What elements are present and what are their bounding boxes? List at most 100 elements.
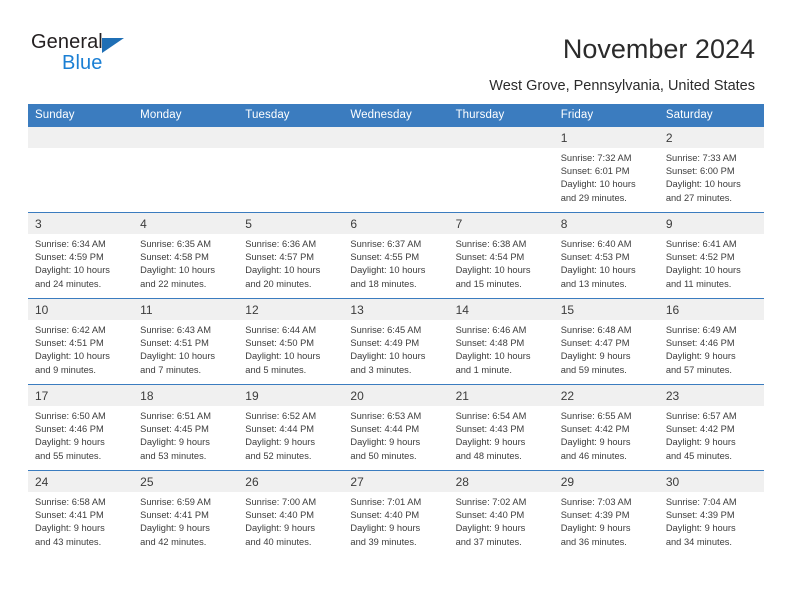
calendar-day-cell[interactable]: 25 Sunrise: 6:59 AM Sunset: 4:41 PM Dayligh…: [133, 470, 239, 556]
sunrise-time: Sunrise: 6:58 AM: [35, 497, 106, 507]
sunrise-time: Sunrise: 7:01 AM: [350, 497, 422, 507]
brand-name-blue: Blue: [62, 52, 103, 74]
calendar-day-cell[interactable]: 23 Sunrise: 6:57 AM Sunset: 4:42 PM Dayligh…: [658, 384, 764, 471]
brand-name-general: General: [31, 31, 103, 53]
calendar-day-cell[interactable]: 24 Sunrise: 6:58 AM Sunset: 4:41 PM Dayligh…: [28, 470, 134, 556]
calendar-day-cell[interactable]: 18 Sunrise: 6:51 AM Sunset: 4:45 PM Dayligh…: [133, 384, 239, 471]
daylight-duration-line1: Daylight: 10 hours: [560, 265, 636, 276]
calendar-day-cell[interactable]: 14 Sunrise: 6:46 AM Sunset: 4:48 PM Dayligh…: [448, 298, 554, 385]
calendar-day-cell[interactable]: 3 Sunrise: 6:34 AM Sunset: 4:59 PM Daylight…: [28, 212, 134, 299]
day-sun-info: Sunrise: 6:52 AM Sunset: 4:44 PM Daylight:…: [238, 406, 343, 463]
sunset-time: Sunset: 4:43 PM: [455, 424, 525, 435]
calendar-day-cell-empty: [448, 126, 554, 213]
sunrise-time: Sunrise: 6:55 AM: [560, 411, 632, 421]
day-sun-info: Sunrise: 7:02 AM Sunset: 4:40 PM Daylight:…: [449, 492, 554, 549]
daylight-duration-line1: Daylight: 10 hours: [455, 265, 531, 276]
calendar-day-cell[interactable]: 21 Sunrise: 6:54 AM Sunset: 4:43 PM Dayligh…: [448, 384, 554, 471]
daylight-duration-line2: and 40 minutes.: [245, 536, 312, 547]
calendar-day-cell[interactable]: 16 Sunrise: 6:49 AM Sunset: 4:46 PM Dayligh…: [658, 298, 764, 385]
daylight-duration-line2: and 29 minutes.: [560, 192, 627, 203]
sunset-time: Sunset: 4:41 PM: [35, 510, 104, 521]
sunset-time: Sunset: 4:44 PM: [350, 424, 420, 435]
weekday-header-monday: Monday: [133, 104, 239, 127]
daylight-duration-line1: Daylight: 9 hours: [455, 523, 526, 534]
daylight-duration-line2: and 18 minutes.: [350, 278, 417, 289]
brand-logo[interactable]: General Blue: [31, 32, 221, 80]
calendar-day-cell[interactable]: 17 Sunrise: 6:50 AM Sunset: 4:46 PM Dayligh…: [28, 384, 134, 471]
page-title: November 2024: [562, 34, 755, 64]
page-location: West Grove, Pennsylvania, United States: [489, 78, 755, 94]
calendar-day-cell[interactable]: 30 Sunrise: 7:04 AM Sunset: 4:39 PM Dayligh…: [658, 470, 764, 556]
calendar-day-cell[interactable]: 15 Sunrise: 6:48 AM Sunset: 4:47 PM Dayligh…: [553, 298, 659, 385]
calendar-day-cell[interactable]: 19 Sunrise: 6:52 AM Sunset: 4:44 PM Dayligh…: [238, 384, 344, 471]
sunset-time: Sunset: 4:52 PM: [665, 252, 735, 263]
day-sun-info: Sunrise: 6:43 AM Sunset: 4:51 PM Daylight:…: [133, 320, 238, 377]
calendar-day-cell[interactable]: 9 Sunrise: 6:41 AM Sunset: 4:52 PM Daylight…: [658, 212, 764, 299]
calendar-day-cell[interactable]: 13 Sunrise: 6:45 AM Sunset: 4:49 PM Dayligh…: [343, 298, 449, 385]
sunrise-time: Sunrise: 6:38 AM: [455, 239, 527, 249]
sunset-time: Sunset: 4:39 PM: [560, 510, 630, 521]
day-sun-info: Sunrise: 6:58 AM Sunset: 4:41 PM Daylight:…: [28, 492, 133, 549]
daylight-duration-line2: and 37 minutes.: [455, 536, 522, 547]
calendar-day-cell[interactable]: 6 Sunrise: 6:37 AM Sunset: 4:55 PM Daylight…: [343, 212, 449, 299]
day-sun-info: Sunrise: 6:35 AM Sunset: 4:58 PM Daylight:…: [133, 234, 238, 291]
sunrise-time: Sunrise: 6:40 AM: [560, 239, 632, 249]
day-number: [448, 127, 554, 148]
day-number: 8: [553, 213, 659, 234]
sunset-time: Sunset: 4:58 PM: [140, 252, 209, 263]
day-number: 7: [448, 213, 554, 234]
sunrise-time: Sunrise: 6:42 AM: [35, 325, 106, 335]
calendar-day-cell[interactable]: 4 Sunrise: 6:35 AM Sunset: 4:58 PM Daylight…: [133, 212, 239, 299]
calendar-header-row: Sunday Monday Tuesday Wednesday Thursday Frid…: [28, 104, 764, 127]
daylight-duration-line1: Daylight: 9 hours: [560, 437, 631, 448]
day-number: [238, 127, 344, 148]
daylight-duration-line1: Daylight: 10 hours: [455, 351, 531, 362]
sunrise-time: Sunrise: 6:53 AM: [350, 411, 422, 421]
calendar-day-cell[interactable]: 1 Sunrise: 7:32 AM Sunset: 6:01 PM Daylight…: [553, 126, 659, 213]
calendar-day-cell[interactable]: 10 Sunrise: 6:42 AM Sunset: 4:51 PM Dayligh…: [28, 298, 134, 385]
calendar-day-cell[interactable]: 27 Sunrise: 7:01 AM Sunset: 4:40 PM Dayligh…: [343, 470, 449, 556]
calendar-day-cell[interactable]: 20 Sunrise: 6:53 AM Sunset: 4:44 PM Dayligh…: [343, 384, 449, 471]
sunrise-time: Sunrise: 6:35 AM: [140, 239, 211, 249]
calendar-day-cell[interactable]: 28 Sunrise: 7:02 AM Sunset: 4:40 PM Dayligh…: [448, 470, 554, 556]
day-number: 4: [133, 213, 239, 234]
daylight-duration-line1: Daylight: 9 hours: [665, 351, 736, 362]
day-sun-info: Sunrise: 6:54 AM Sunset: 4:43 PM Daylight:…: [449, 406, 554, 463]
daylight-duration-line1: Daylight: 9 hours: [140, 437, 210, 448]
sunrise-time: Sunrise: 7:32 AM: [560, 153, 632, 163]
weekday-header-wednesday: Wednesday: [343, 104, 449, 127]
calendar-day-cell[interactable]: 29 Sunrise: 7:03 AM Sunset: 4:39 PM Dayligh…: [553, 470, 659, 556]
sunset-time: Sunset: 4:50 PM: [245, 338, 315, 349]
daylight-duration-line1: Daylight: 10 hours: [245, 265, 321, 276]
day-sun-info: Sunrise: 6:44 AM Sunset: 4:50 PM Daylight:…: [238, 320, 343, 377]
calendar-day-cell-empty: [28, 126, 134, 213]
day-sun-info: Sunrise: 6:36 AM Sunset: 4:57 PM Daylight:…: [238, 234, 343, 291]
calendar-day-cell[interactable]: 5 Sunrise: 6:36 AM Sunset: 4:57 PM Daylight…: [238, 212, 344, 299]
calendar-day-cell-empty: [133, 126, 239, 213]
daylight-duration-line2: and 39 minutes.: [350, 536, 417, 547]
calendar-day-cell[interactable]: 12 Sunrise: 6:44 AM Sunset: 4:50 PM Dayligh…: [238, 298, 344, 385]
day-sun-info: Sunrise: 6:59 AM Sunset: 4:41 PM Daylight:…: [133, 492, 238, 549]
daylight-duration-line2: and 42 minutes.: [140, 536, 207, 547]
calendar-week-row: 17 Sunrise: 6:50 AM Sunset: 4:46 PM Dayligh…: [28, 384, 764, 471]
day-number: 9: [658, 213, 764, 234]
daylight-duration-line1: Daylight: 10 hours: [350, 351, 426, 362]
daylight-duration-line2: and 53 minutes.: [140, 450, 207, 461]
calendar-day-cell[interactable]: 11 Sunrise: 6:43 AM Sunset: 4:51 PM Dayligh…: [133, 298, 239, 385]
calendar-page: General Blue November 2024 West Grove, P…: [0, 0, 792, 612]
daylight-duration-line1: Daylight: 10 hours: [560, 179, 636, 190]
calendar-day-cell[interactable]: 26 Sunrise: 7:00 AM Sunset: 4:40 PM Dayligh…: [238, 470, 344, 556]
calendar-day-cell[interactable]: 2 Sunrise: 7:33 AM Sunset: 6:00 PM Daylight…: [658, 126, 764, 213]
calendar-day-cell[interactable]: 22 Sunrise: 6:55 AM Sunset: 4:42 PM Dayligh…: [553, 384, 659, 471]
day-number: [133, 127, 239, 148]
day-number: 15: [553, 299, 659, 320]
daylight-duration-line2: and 48 minutes.: [455, 450, 522, 461]
daylight-duration-line1: Daylight: 9 hours: [245, 523, 316, 534]
day-number: 22: [553, 385, 659, 406]
sunset-time: Sunset: 4:40 PM: [350, 510, 420, 521]
calendar-day-cell[interactable]: 7 Sunrise: 6:38 AM Sunset: 4:54 PM Daylight…: [448, 212, 554, 299]
day-sun-info: Sunrise: 6:50 AM Sunset: 4:46 PM Daylight:…: [28, 406, 133, 463]
calendar-day-cell[interactable]: 8 Sunrise: 6:40 AM Sunset: 4:53 PM Daylight…: [553, 212, 659, 299]
sunset-time: Sunset: 4:39 PM: [665, 510, 735, 521]
daylight-duration-line1: Daylight: 9 hours: [35, 437, 105, 448]
